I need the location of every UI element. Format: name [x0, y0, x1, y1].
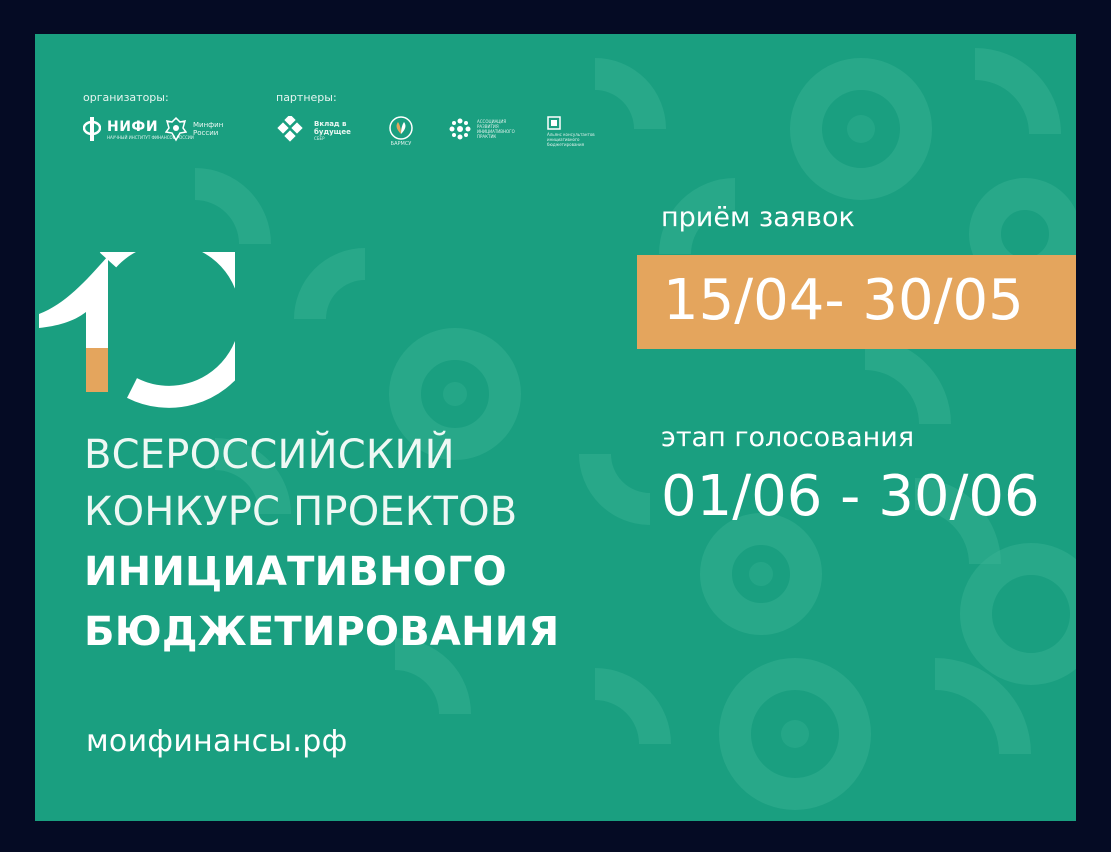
voting-label: этап голосования [661, 422, 915, 453]
title-line-1: ВСЕРОССИЙСКИЙ [84, 432, 455, 478]
minfin-name: Минфин России [193, 121, 224, 137]
association-logo-icon [449, 118, 471, 140]
alliance-logo-icon [547, 116, 561, 130]
vklad-sub: СБЕР [314, 135, 325, 141]
barmsu-logo-icon [389, 116, 413, 140]
website-link[interactable]: моифинансы.рф [86, 724, 348, 759]
contest-banner: организаторы: НИФИ НАУЧНЫЙ ИНСТИТУТ ФИНА… [35, 34, 1076, 821]
application-dates: 15/04- 30/05 [663, 268, 1024, 333]
minfin-emblem-icon [165, 116, 187, 142]
vklad-logo-icon [277, 116, 303, 142]
partners-label: партнеры: [276, 91, 337, 104]
voting-dates: 01/06 - 30/06 [661, 464, 1040, 529]
barmsu-logo: БАРМСУ [387, 116, 415, 147]
minfin-logo: Минфин России [165, 116, 229, 142]
association-logo: АССОЦИАЦИЯ РАЗВИТИЯ ИНИЦИАТИВНОГО ПРАКТИ… [449, 118, 525, 140]
association-name: АССОЦИАЦИЯ РАЗВИТИЯ ИНИЦИАТИВНОГО ПРАКТИ… [477, 119, 515, 139]
nifi-logo-icon [83, 117, 101, 141]
organizers-label: организаторы: [83, 91, 169, 104]
title-line-2: КОНКУРС ПРОЕКТОВ [84, 489, 518, 535]
background-pattern [194, 48, 1076, 810]
barmsu-name: БАРМСУ [390, 141, 412, 147]
vklad-name: Вклад в будущее [314, 119, 351, 136]
application-label: приём заявок [661, 202, 855, 233]
title-line-4: БЮДЖЕТИРОВАНИЯ [84, 609, 560, 655]
alliance-logo: Альянс консультантов инициативного бюдже… [547, 116, 605, 147]
ten-anniversary-mark [39, 252, 235, 408]
title-line-3: ИНИЦИАТИВНОГО [84, 549, 507, 595]
vklad-logo: Вклад в будущее СБЕР [276, 116, 360, 144]
alliance-name: Альянс консультантов инициативного бюдже… [547, 132, 595, 147]
